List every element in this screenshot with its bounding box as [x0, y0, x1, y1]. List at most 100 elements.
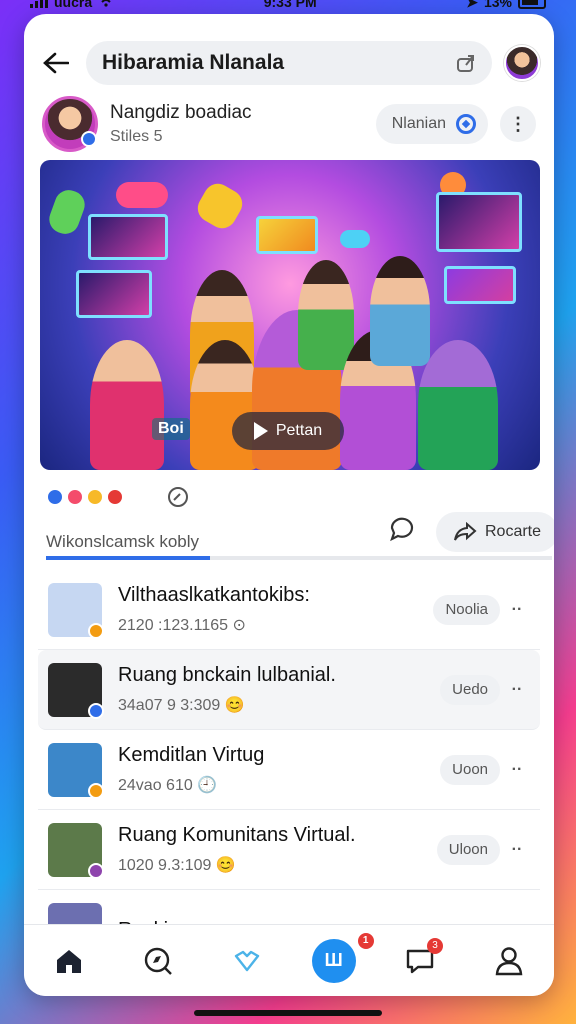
list-item[interactable]: Kemditlan Virtug 24vao 610 🕘 Uoon ··: [38, 730, 540, 810]
item-thumbnail: [48, 823, 102, 877]
follow-button[interactable]: Nlanian: [376, 104, 488, 144]
carrier-name: uucra: [54, 0, 92, 10]
nav-create[interactable]: Ш 1: [312, 939, 356, 983]
create-icon: Ш: [325, 950, 343, 971]
item-badge-icon: [88, 623, 104, 639]
list-item[interactable]: Ruang bnckain lulbanial. 34a07 9 3:309 😊…: [38, 650, 540, 730]
header-title-pill[interactable]: Hibaramia Nlanala: [86, 41, 492, 85]
app-screen: Hibaramia Nlanala Nangdiz boadiac Stiles…: [24, 14, 554, 996]
neon-sign: [444, 266, 516, 304]
share-screen-icon[interactable]: [456, 53, 476, 73]
comment-icon[interactable]: [388, 516, 416, 542]
item-title: Ruang bnckain lulbanial.: [118, 664, 440, 687]
list-item[interactable]: Vilthaaslkatkantokibs: 2120 :123.1165 ⊙ …: [38, 570, 540, 650]
neon-sign: [76, 270, 152, 318]
inbox-badge: 3: [427, 938, 443, 954]
wow-icon: [106, 488, 124, 506]
nav-explore[interactable]: [133, 936, 183, 986]
neon-sign: [88, 214, 168, 260]
play-label: Pettan: [276, 422, 322, 440]
bottom-nav: Ш 1 3: [24, 924, 554, 996]
location-icon: ➤: [466, 0, 478, 11]
item-thumbnail: [48, 583, 102, 637]
follow-label: Nlanian: [392, 115, 446, 133]
play-button[interactable]: Pettan: [232, 412, 344, 450]
list-item[interactable]: Ruang Komunitans Virtual. 1020 9.3:109 😊…: [38, 810, 540, 890]
notification-badge: 1: [358, 933, 374, 949]
battery-percent: 13%: [484, 0, 512, 10]
add-reaction-icon[interactable]: [166, 486, 190, 508]
nav-profile[interactable]: [484, 936, 534, 986]
battery-icon: [518, 0, 546, 9]
item-meta: 2120 :123.1165 ⊙: [118, 615, 433, 635]
user-avatar[interactable]: [504, 45, 540, 81]
person-figure: [90, 340, 164, 470]
video-player[interactable]: Boi Pettan: [40, 160, 540, 470]
item-action-button[interactable]: Noolia: [433, 595, 500, 625]
play-icon: [254, 422, 268, 440]
item-more-icon[interactable]: ··: [504, 681, 530, 699]
share-label: Rocarte: [485, 523, 541, 541]
status-time: 9:33 PM: [264, 0, 317, 10]
channel-avatar[interactable]: [42, 96, 98, 152]
item-badge-icon: [88, 703, 104, 719]
heart-arrow-icon: [233, 948, 261, 974]
neon-sign: [256, 216, 318, 254]
more-options-button[interactable]: ⋮: [500, 106, 536, 142]
item-action-button[interactable]: Uloon: [437, 835, 500, 865]
item-meta: 34a07 9 3:309 😊: [118, 695, 440, 715]
home-icon: [55, 948, 83, 974]
item-meta: 24vao 610 🕘: [118, 775, 440, 795]
item-title: Vilthaaslkatkantokibs:: [118, 584, 433, 607]
person-figure: [418, 340, 498, 470]
item-more-icon[interactable]: ··: [504, 841, 530, 859]
back-button[interactable]: [38, 45, 74, 81]
verified-icon: [81, 131, 97, 147]
item-title: Kemditlan Virtug: [118, 744, 440, 767]
content-list: Vilthaaslkatkantokibs: 2120 :123.1165 ⊙ …: [38, 570, 540, 970]
haha-icon: [86, 488, 104, 506]
neon-sign: [436, 192, 522, 252]
follow-icon: [456, 114, 476, 134]
channel-name[interactable]: Nangdiz boadiac: [110, 102, 376, 124]
share-icon: [453, 522, 477, 542]
back-arrow-icon: [43, 52, 69, 74]
item-badge-icon: [88, 783, 104, 799]
item-action-button[interactable]: Uoon: [440, 755, 500, 785]
reaction-icons[interactable]: [46, 486, 546, 508]
home-indicator[interactable]: [194, 1010, 382, 1016]
nav-inbox[interactable]: 3: [395, 936, 445, 986]
item-thumbnail: [48, 663, 102, 717]
page-title: Hibaramia Nlanala: [102, 51, 284, 75]
like-icon: [46, 488, 64, 506]
explore-icon: [143, 946, 173, 976]
item-meta: 1020 9.3:109 😊: [118, 855, 437, 875]
reaction-summary[interactable]: Wikonslcamsk kobly: [46, 532, 199, 552]
item-thumbnail: [48, 743, 102, 797]
reaction-bar: Wikonslcamsk kobly Rocarte: [46, 486, 546, 556]
candy-shape: [340, 230, 370, 248]
video-tag: Boi: [152, 418, 190, 440]
item-badge-icon: [88, 863, 104, 879]
tab-indicator: [46, 556, 552, 560]
profile-icon: [495, 946, 523, 976]
candy-shape: [193, 179, 248, 234]
person-figure: [190, 340, 260, 470]
candy-shape: [45, 186, 88, 238]
person-figure: [298, 260, 354, 370]
nav-shorts[interactable]: [222, 936, 272, 986]
candy-shape: [116, 182, 168, 208]
channel-subtitle: Stiles 5: [110, 128, 376, 146]
love-icon: [66, 488, 84, 506]
item-action-button[interactable]: Uedo: [440, 675, 500, 705]
signal-icon: [30, 0, 48, 8]
top-bar: Hibaramia Nlanala: [24, 38, 554, 88]
item-more-icon[interactable]: ··: [504, 601, 530, 619]
channel-header: Nangdiz boadiac Stiles 5 Nlanian ⋮: [24, 94, 554, 154]
item-title: Ruang Komunitans Virtual.: [118, 824, 437, 847]
nav-home[interactable]: [44, 936, 94, 986]
share-button[interactable]: Rocarte: [436, 512, 554, 552]
wifi-icon: [98, 0, 114, 10]
status-bar: uucra 9:33 PM ➤ 13%: [0, 0, 576, 14]
item-more-icon[interactable]: ··: [504, 761, 530, 779]
